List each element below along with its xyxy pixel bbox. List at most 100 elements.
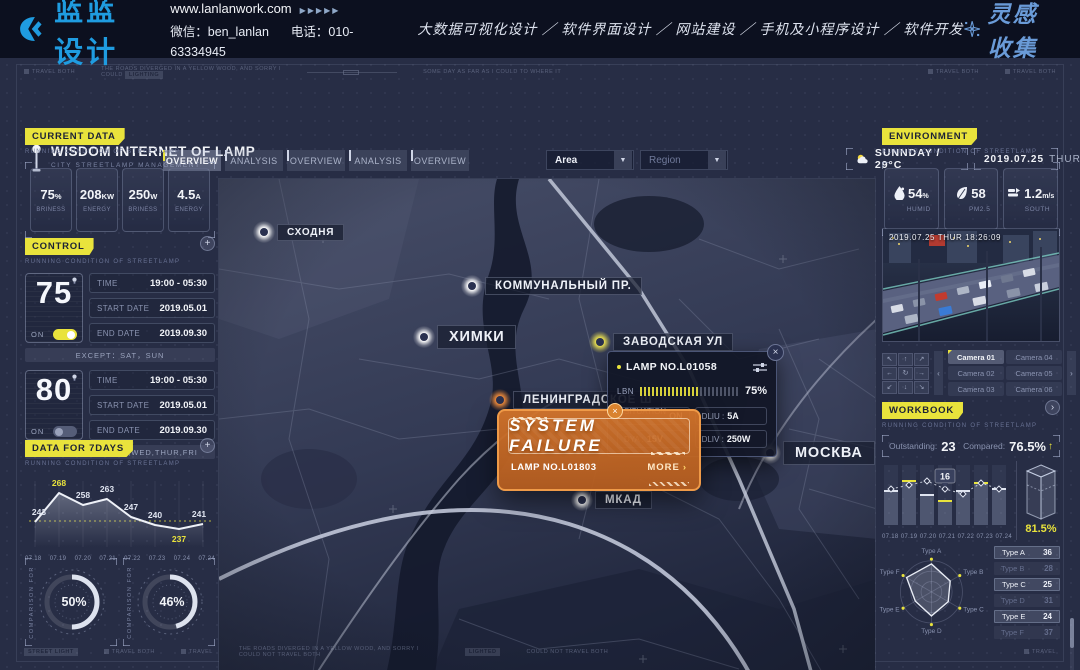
next-page-button[interactable]: › <box>1045 400 1060 415</box>
area-dropdown[interactable]: Area ▼ <box>546 150 634 170</box>
type-row-f[interactable]: Type F37 <box>994 626 1060 639</box>
system-failure-alert: × SYSTEM FAILURE LAMP NO.L01803 MORE› <box>497 409 701 491</box>
scrollbar[interactable] <box>1070 618 1074 670</box>
chevron-down-icon[interactable]: ▼ <box>708 151 726 169</box>
lbn-progress-bar[interactable] <box>640 387 739 396</box>
lamp-pin-icon <box>461 275 483 297</box>
time-row[interactable]: TIME19:00 - 05:30 <box>89 370 215 390</box>
arrow-up-icon: ↑ <box>1048 441 1053 452</box>
sliders-icon[interactable] <box>753 362 767 372</box>
end-date-row[interactable]: END DATE2019.09.30 <box>89 323 215 343</box>
pan-up-left-button[interactable]: ↖ <box>882 353 897 366</box>
end-date-row[interactable]: END DATE2019.09.30 <box>89 420 215 440</box>
gauge-1: COMPARISON FOR 50% <box>25 558 117 646</box>
arrow-decoration: ▶▶▶▶▶ <box>300 6 341 15</box>
lamp-pin-icon <box>489 389 511 411</box>
pan-up-button[interactable]: ↑ <box>898 353 913 366</box>
camera-03-button[interactable]: Camera 03 <box>948 382 1004 396</box>
time-row[interactable]: TIME19:00 - 05:30 <box>89 273 215 293</box>
svg-text:237: 237 <box>172 534 186 544</box>
camera-controls: ↖ ↑ ↗ ← ↻ → ↙ ↓ ↘ ‹ Camera 01 Camera 04 … <box>882 350 1076 396</box>
type-analysis-panel: Type A Type B Type C Type D Type E Type … <box>878 536 1060 646</box>
data-7days-panel: DATA FOR 7DAYS RUNNING CONDITION OF STRE… <box>25 438 215 562</box>
stat-cards: 75%BRINESS 208KWENERGY 250WBRINESS 4.5AE… <box>30 168 210 232</box>
camera-06-button[interactable]: Camera 06 <box>1006 382 1062 396</box>
panel-subtitle: RUNNING CONDITION OF STREETLAMP <box>882 423 1037 429</box>
type-row-a[interactable]: Type A36 <box>994 546 1060 559</box>
decor-chip: STREET LIGHT <box>24 648 78 656</box>
more-button[interactable]: MORE› <box>647 462 687 473</box>
field-dliu: DLIU :5A <box>695 407 767 425</box>
type-row-b[interactable]: Type B28 <box>994 562 1060 575</box>
type-row-d[interactable]: Type D31 <box>994 594 1060 607</box>
camera-02-button[interactable]: Camera 02 <box>948 366 1004 380</box>
gauge-value: 46% <box>159 595 184 609</box>
panel-subtitle: RUNNING CONDITION OF STREETLAMP <box>882 149 1060 155</box>
expand-chart-button[interactable]: + <box>200 438 215 453</box>
decor-chip: LIGHTED <box>465 648 501 656</box>
tab-overview-3[interactable]: OVERVIEW <box>411 150 469 171</box>
start-date-row[interactable]: START DATE2019.05.01 <box>89 298 215 318</box>
decor-text: TRAVEL BOTH <box>104 649 155 655</box>
refresh-icon[interactable]: ↻ <box>898 367 913 380</box>
environment-panel: ENVIRONMENT RUNNING CONDITION OF STREETL… <box>882 126 1060 236</box>
current-data-panel: CURRENT DATA RUNNING CONDITION OF STREET… <box>25 126 215 238</box>
on-label: ON <box>31 427 44 436</box>
add-control-button[interactable]: + <box>200 236 215 251</box>
tab-overview-2[interactable]: OVERVIEW <box>287 150 345 171</box>
map-pin-khimki[interactable]: ХИМКИ <box>413 325 516 349</box>
panel-label: DATA FOR 7DAYS <box>25 440 133 457</box>
panel-subtitle: RUNNING CONDITION OF STREETLAMP <box>25 149 215 155</box>
map-pin-mkad[interactable]: МКАД <box>571 489 652 511</box>
svg-text:263: 263 <box>100 484 114 494</box>
close-icon[interactable]: × <box>767 344 784 361</box>
environment-cards: 54% HUMID 58 PM2.5 1.2m/s SOU <box>884 168 1058 230</box>
region-dropdown[interactable]: Region ▼ <box>640 150 728 170</box>
svg-text:Type C: Type C <box>963 607 984 614</box>
camera-04-button[interactable]: Camera 04 <box>1006 350 1062 364</box>
gauge-label: COMPARISON FOR <box>29 566 35 639</box>
collect-label: 灵感收集 <box>988 0 1058 63</box>
map-pin-zavodskaya[interactable]: ЗАВОДСКАЯ УЛ <box>589 331 733 353</box>
tab-analysis-2[interactable]: ANALYSIS <box>349 150 407 171</box>
gauge-value: 50% <box>61 595 86 609</box>
alert-lamp-id: LAMP NO.L01803 <box>511 462 597 473</box>
lamp-id: LAMP NO.L01058 <box>626 361 717 373</box>
map-pin-skhodnya[interactable]: СХОДНЯ <box>253 221 344 243</box>
camera-next-button[interactable]: › <box>1067 351 1076 395</box>
power-toggle[interactable] <box>53 426 77 437</box>
pan-down-button[interactable]: ↓ <box>898 381 913 394</box>
wind-icon <box>1007 187 1021 199</box>
pan-down-right-button[interactable]: ↘ <box>914 381 929 394</box>
decor-text: TRAVEL BOTH <box>1005 69 1056 75</box>
type-list: Type A36 Type B28 Type C25 Type D31 Type… <box>994 546 1060 646</box>
pan-up-right-button[interactable]: ↗ <box>914 353 929 366</box>
radar-chart: Type A Type B Type C Type D Type E Type … <box>878 536 990 646</box>
chevron-down-icon[interactable]: ▼ <box>614 151 632 169</box>
svg-text:Type B: Type B <box>963 569 983 576</box>
camera-01-button[interactable]: Camera 01 <box>948 350 1004 364</box>
pan-down-left-button[interactable]: ↙ <box>882 381 897 394</box>
type-row-c[interactable]: Type C25 <box>994 578 1060 591</box>
start-date-row[interactable]: START DATE2019.05.01 <box>89 395 215 415</box>
camera-prev-button[interactable]: ‹ <box>934 351 943 395</box>
city-map[interactable]: СХОДНЯ КОММУНАЛЬНЫЙ ПР. ХИМКИ ЗАВОДСКАЯ … <box>218 178 876 670</box>
brand-logo: 蓝蓝设计 <box>18 0 144 71</box>
camera-05-button[interactable]: Camera 05 <box>1006 366 1062 380</box>
map-pin-kommunalny[interactable]: КОММУНАЛЬНЫЙ ПР. <box>461 275 642 297</box>
lamp-pin-icon <box>253 221 275 243</box>
decor-text: TRAVEL <box>181 649 213 655</box>
compared-value: 76.5% <box>1009 439 1046 454</box>
chevron-right-icon: › <box>683 462 687 473</box>
pan-right-button[interactable]: → <box>914 367 929 380</box>
sparkle-icon <box>963 16 981 42</box>
tab-analysis-1[interactable]: ANALYSIS <box>225 150 283 171</box>
svg-text:Type F: Type F <box>880 569 900 576</box>
dashboard: TRAVEL BOTH THE ROADS DIVERGED IN A YELL… <box>0 58 1080 670</box>
pan-left-button[interactable]: ← <box>882 367 897 380</box>
camera-feed[interactable]: 2019.07.25 THUR 18:26:09 <box>882 228 1060 342</box>
power-toggle[interactable] <box>53 329 77 340</box>
control-panel: CONTROL RUNNING CONDITION OF STREETLAMP … <box>25 236 215 459</box>
type-row-e[interactable]: Type E24 <box>994 610 1060 623</box>
alert-title-box: SYSTEM FAILURE <box>508 418 690 454</box>
